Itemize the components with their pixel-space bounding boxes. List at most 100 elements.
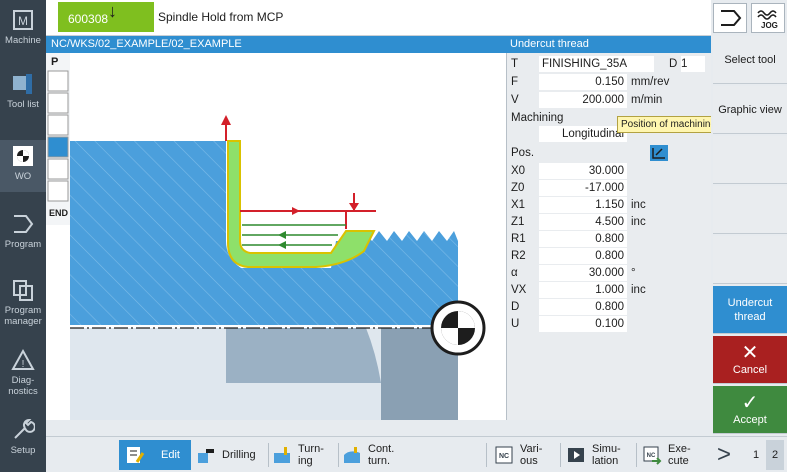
z1-field[interactable]: 4.500 bbox=[539, 214, 627, 230]
x1-field[interactable]: 1.150 bbox=[539, 197, 627, 213]
param-row-f: F 0.150 mm/rev bbox=[507, 74, 712, 91]
param-row-x0: X0 30.000 bbox=[507, 163, 712, 180]
param-f-label: F bbox=[511, 76, 519, 88]
pos-label: Pos. bbox=[511, 147, 535, 159]
param-f-unit: mm/rev bbox=[631, 76, 670, 88]
edit-button[interactable]: Edit bbox=[119, 440, 191, 470]
position-select-button[interactable] bbox=[650, 145, 668, 161]
r2-field[interactable]: 0.800 bbox=[539, 248, 627, 264]
nc-icon: NC bbox=[495, 446, 513, 464]
nav-machine-label: Machine bbox=[5, 35, 41, 46]
z1-label: Z1 bbox=[511, 216, 525, 228]
nav-wo-label: WO bbox=[14, 171, 32, 182]
d-field[interactable]: 0.800 bbox=[539, 299, 627, 315]
param-v-label: V bbox=[511, 94, 519, 106]
param-row-u: U 0.100 bbox=[507, 316, 712, 333]
param-t-label: T bbox=[511, 58, 519, 70]
diagnostics-icon: ! bbox=[11, 348, 35, 370]
sinumerik-screen: M Machine Tool list WO Program Program m… bbox=[0, 0, 787, 472]
contour-turning-icon bbox=[344, 447, 360, 463]
undercut-thread-button[interactable]: Undercut thread bbox=[713, 286, 787, 334]
accept-button[interactable]: ✓ Accept bbox=[713, 386, 787, 434]
program-arrow-icon bbox=[721, 10, 742, 26]
status-message: Spindle Hold from MCP bbox=[158, 10, 284, 24]
next-page-button[interactable]: > bbox=[712, 440, 736, 470]
parameter-panel: T FINISHING_35A D 1 F 0.150 mm/rev V 200… bbox=[506, 53, 711, 420]
r1-label: R1 bbox=[511, 233, 526, 245]
x1-label: X1 bbox=[511, 199, 526, 211]
nav-tool-list-label: Tool list bbox=[7, 99, 39, 110]
feed-field[interactable]: 0.150 bbox=[539, 74, 627, 90]
x0-label: X0 bbox=[511, 165, 526, 177]
softkey-empty-4[interactable] bbox=[713, 186, 787, 234]
undercut-illustration: P END bbox=[46, 53, 486, 420]
z1-unit: inc bbox=[631, 216, 646, 228]
machining-select[interactable]: Longitudinal bbox=[539, 126, 627, 142]
cancel-label: Cancel bbox=[732, 363, 768, 376]
horizontal-softkeys: Edit Drilling Turn-ing Cont. turn. NC Va… bbox=[46, 436, 787, 472]
z0-label: Z0 bbox=[511, 182, 525, 194]
edit-icon bbox=[127, 447, 145, 463]
nav-program-label: Program bbox=[4, 239, 42, 250]
d-number-field[interactable]: 1 bbox=[681, 56, 705, 72]
alpha-field[interactable]: 30.000 bbox=[539, 265, 627, 281]
param-row-pos: Pos. bbox=[507, 145, 712, 162]
close-icon: ✕ bbox=[741, 341, 759, 364]
svg-text:NC: NC bbox=[647, 453, 656, 459]
tool-list-icon bbox=[13, 74, 32, 94]
execute-icon: NC bbox=[643, 446, 662, 465]
softkey-empty-5[interactable] bbox=[713, 236, 787, 284]
jog-label: JOG bbox=[761, 21, 778, 30]
param-row-d: D 0.800 bbox=[507, 299, 712, 316]
page-1-button[interactable]: 1 bbox=[747, 440, 765, 470]
param-row-alpha: α 30.000 ° bbox=[507, 265, 712, 282]
drilling-label: Drilling bbox=[222, 449, 256, 461]
top-right-icons: JOG bbox=[711, 0, 787, 36]
accept-label: Accept bbox=[733, 413, 767, 426]
vx-unit: inc bbox=[631, 284, 646, 296]
cycle-icon-end: END bbox=[49, 208, 69, 218]
vx-field[interactable]: 1.000 bbox=[539, 282, 627, 298]
chevron-right-icon: > bbox=[716, 441, 731, 468]
turning-label: Turn-ing bbox=[298, 443, 324, 467]
nav-diagnostics[interactable]: ! Diag-nostics bbox=[0, 348, 46, 404]
drilling-button[interactable]: Drilling bbox=[196, 440, 266, 470]
graphic-view-button[interactable]: Graphic view bbox=[713, 86, 787, 134]
workpiece-section bbox=[70, 141, 458, 325]
nav-program[interactable]: Program bbox=[0, 212, 46, 262]
work-offset-icon bbox=[13, 146, 33, 166]
down-arrow-icon: ↓ bbox=[108, 1, 117, 21]
contour-turning-button[interactable]: Cont. turn. bbox=[342, 440, 412, 470]
channel-switch-button[interactable] bbox=[713, 3, 747, 33]
various-button[interactable]: NC Vari-ous bbox=[494, 440, 556, 470]
param-row-vx: VX 1.000 inc bbox=[507, 282, 712, 299]
execute-button[interactable]: NC Exe-cute bbox=[642, 440, 706, 470]
turning-icon bbox=[274, 447, 290, 463]
svg-text:!: ! bbox=[22, 359, 25, 370]
tool-field[interactable]: FINISHING_35A bbox=[539, 56, 654, 72]
speed-field[interactable]: 200.000 bbox=[539, 92, 627, 108]
nav-setup[interactable]: Setup bbox=[0, 418, 46, 464]
select-tool-button[interactable]: Select tool bbox=[713, 36, 787, 84]
nav-wo[interactable]: WO bbox=[0, 140, 46, 192]
z0-field[interactable]: -17.000 bbox=[539, 180, 627, 196]
turning-button[interactable]: Turn-ing bbox=[272, 440, 334, 470]
machining-label: Machining bbox=[511, 112, 564, 124]
r1-field[interactable]: 0.800 bbox=[539, 231, 627, 247]
simulation-button[interactable]: Simu-lation bbox=[566, 440, 632, 470]
param-d-label: D bbox=[669, 58, 678, 70]
x0-field[interactable]: 30.000 bbox=[539, 163, 627, 179]
softkey-empty-3[interactable] bbox=[713, 136, 787, 184]
cancel-button[interactable]: ✕ Cancel bbox=[713, 336, 787, 384]
param-row-r2: R2 0.800 bbox=[507, 248, 712, 265]
u-label: U bbox=[511, 318, 520, 330]
jog-button[interactable]: JOG bbox=[751, 3, 785, 33]
nav-program-manager-label: Program manager bbox=[4, 305, 42, 327]
u-field[interactable]: 0.100 bbox=[539, 316, 627, 332]
nav-program-manager[interactable]: Program manager bbox=[0, 278, 46, 334]
top-bar: 600308 ↓ Spindle Hold from MCP bbox=[46, 0, 711, 36]
execute-label: Exe-cute bbox=[668, 443, 691, 467]
page-2-button[interactable]: 2 bbox=[766, 440, 784, 470]
nav-machine[interactable]: M Machine bbox=[0, 8, 46, 56]
nav-tool-list[interactable]: Tool list bbox=[0, 72, 46, 124]
